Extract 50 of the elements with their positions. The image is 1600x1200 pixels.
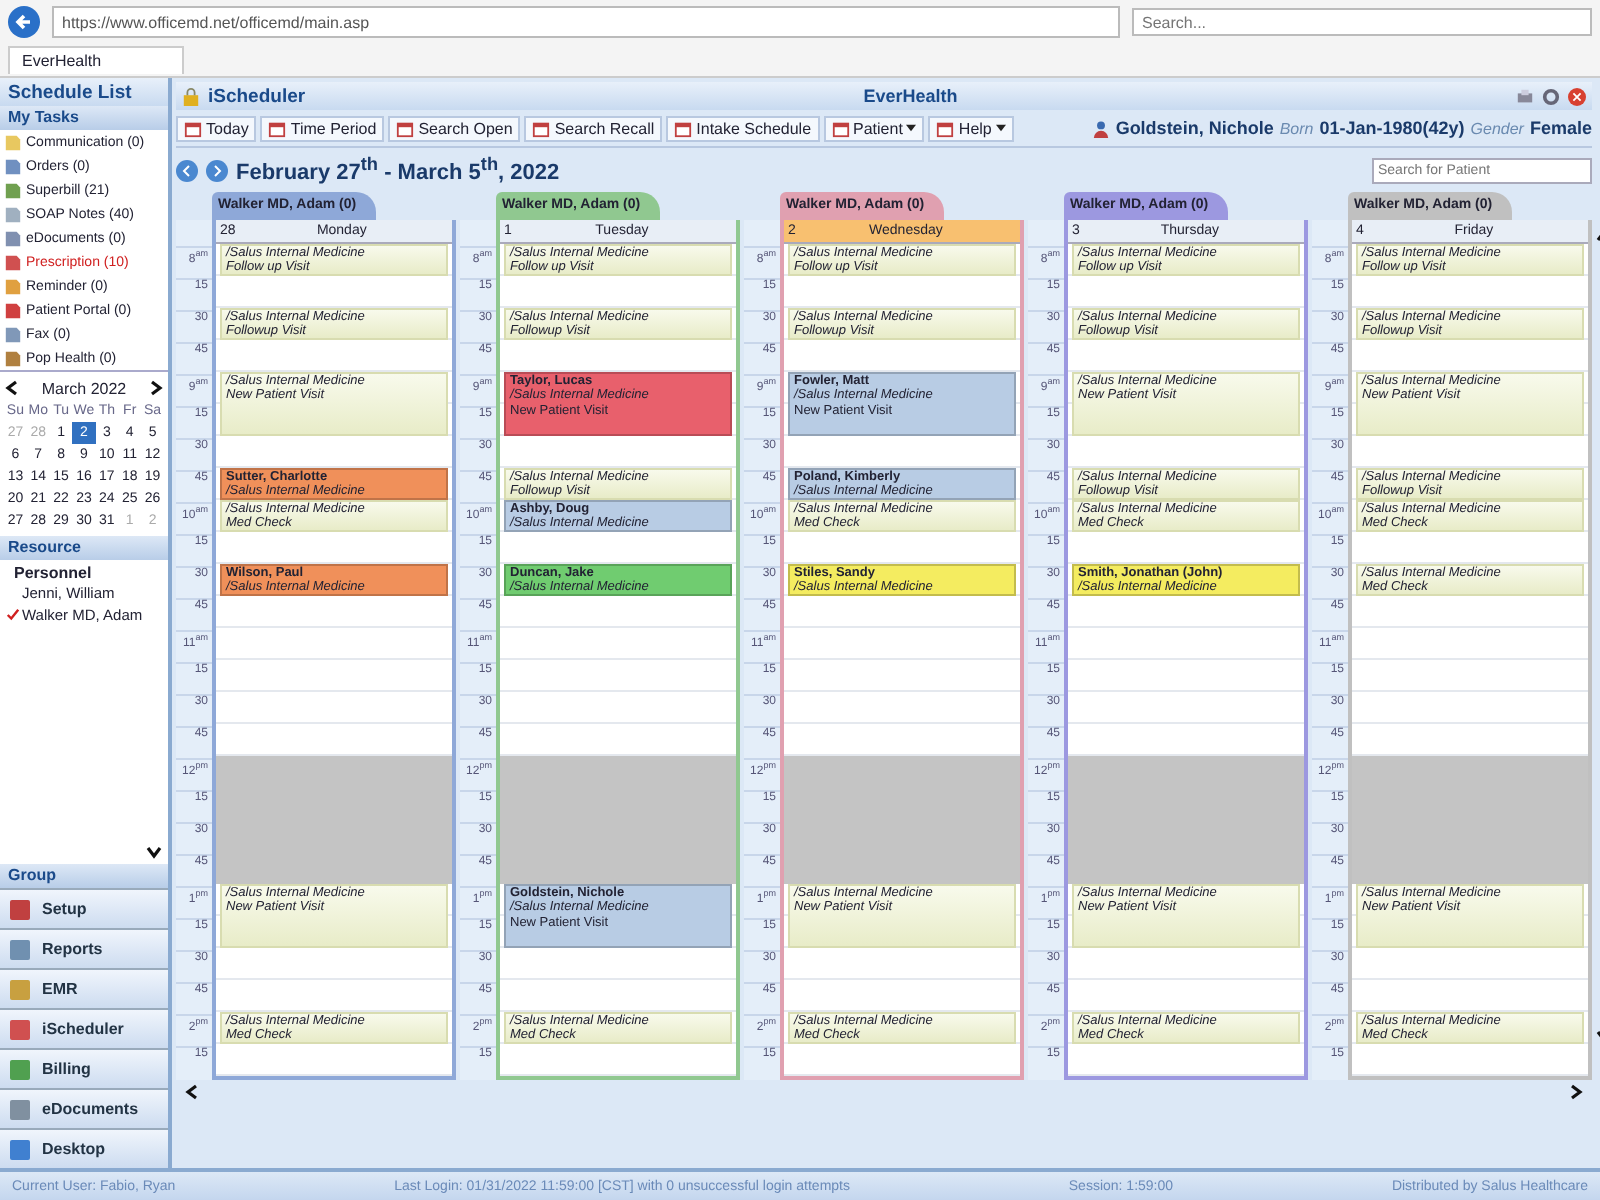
birth-date: 01-Jan-1980(42y) [1319,118,1465,138]
scroll-down-icon[interactable] [146,844,162,860]
next-week-icon[interactable] [206,159,228,181]
browser-tab[interactable]: EverHealth [8,46,184,75]
toolbar-button[interactable]: Search Recall [524,115,663,141]
next-month-icon[interactable] [148,380,164,396]
printer-icon[interactable] [1516,87,1534,105]
born-label: Born [1279,119,1314,137]
nav-button[interactable]: eDocuments [0,1088,168,1128]
section-header[interactable]: My Tasks [0,106,168,130]
toolbar-button[interactable]: Today [176,115,257,141]
back-icon[interactable] [8,6,40,39]
nav-button[interactable]: Desktop [0,1128,168,1168]
calendar-icon [532,119,551,137]
scroll-right-icon[interactable] [1568,1084,1584,1100]
calendar-icon [674,119,693,137]
toolbar-button[interactable]: Intake Schedule [666,115,820,141]
section-header[interactable]: Resource [0,536,168,560]
section-header[interactable]: Group [0,864,168,888]
lock-icon[interactable] [182,87,200,105]
previous-month-icon[interactable] [4,380,20,396]
module-title: iScheduler [208,85,306,107]
address-bar[interactable]: https://www.officemd.net/officemd/main.asp [52,6,1120,39]
sidebar-title: Schedule List [0,78,168,106]
toolbar-button[interactable]: Time Period [260,115,385,141]
search-field[interactable]: Search... [1132,8,1592,37]
nav-button[interactable]: Setup [0,888,168,928]
scroll-left-icon[interactable] [184,1084,200,1100]
previous-week-icon[interactable] [176,159,198,181]
calendar-icon [184,119,202,137]
app-brand: EverHealth [861,86,960,106]
toolbar-button[interactable]: Search Open [388,115,521,141]
calendar-icon [831,119,850,137]
close-icon[interactable] [1568,87,1586,105]
resource-heading: Personnel [12,564,94,582]
nav-button[interactable]: Billing [0,1048,168,1088]
nav-button[interactable]: Reports [0,928,168,968]
nav-button[interactable]: iScheduler [0,1008,168,1048]
toolbar-button[interactable]: Patient [823,115,925,141]
calendar-icon [268,119,287,137]
toolbar-button[interactable]: Help [928,115,1014,141]
calendar-icon [936,119,955,137]
month-title: March 2022 [41,379,127,397]
person-icon [1091,119,1110,137]
date-range-title: February 27$^{th}$ - March 5$^{th}$, 2022 [236,154,560,186]
nav-button[interactable]: EMR [0,968,168,1008]
gender-label: Gender [1470,119,1524,137]
gender-value: Female [1529,118,1592,138]
calendar-icon [396,119,415,137]
patient-name: Goldstein, Nichole [1115,118,1274,138]
